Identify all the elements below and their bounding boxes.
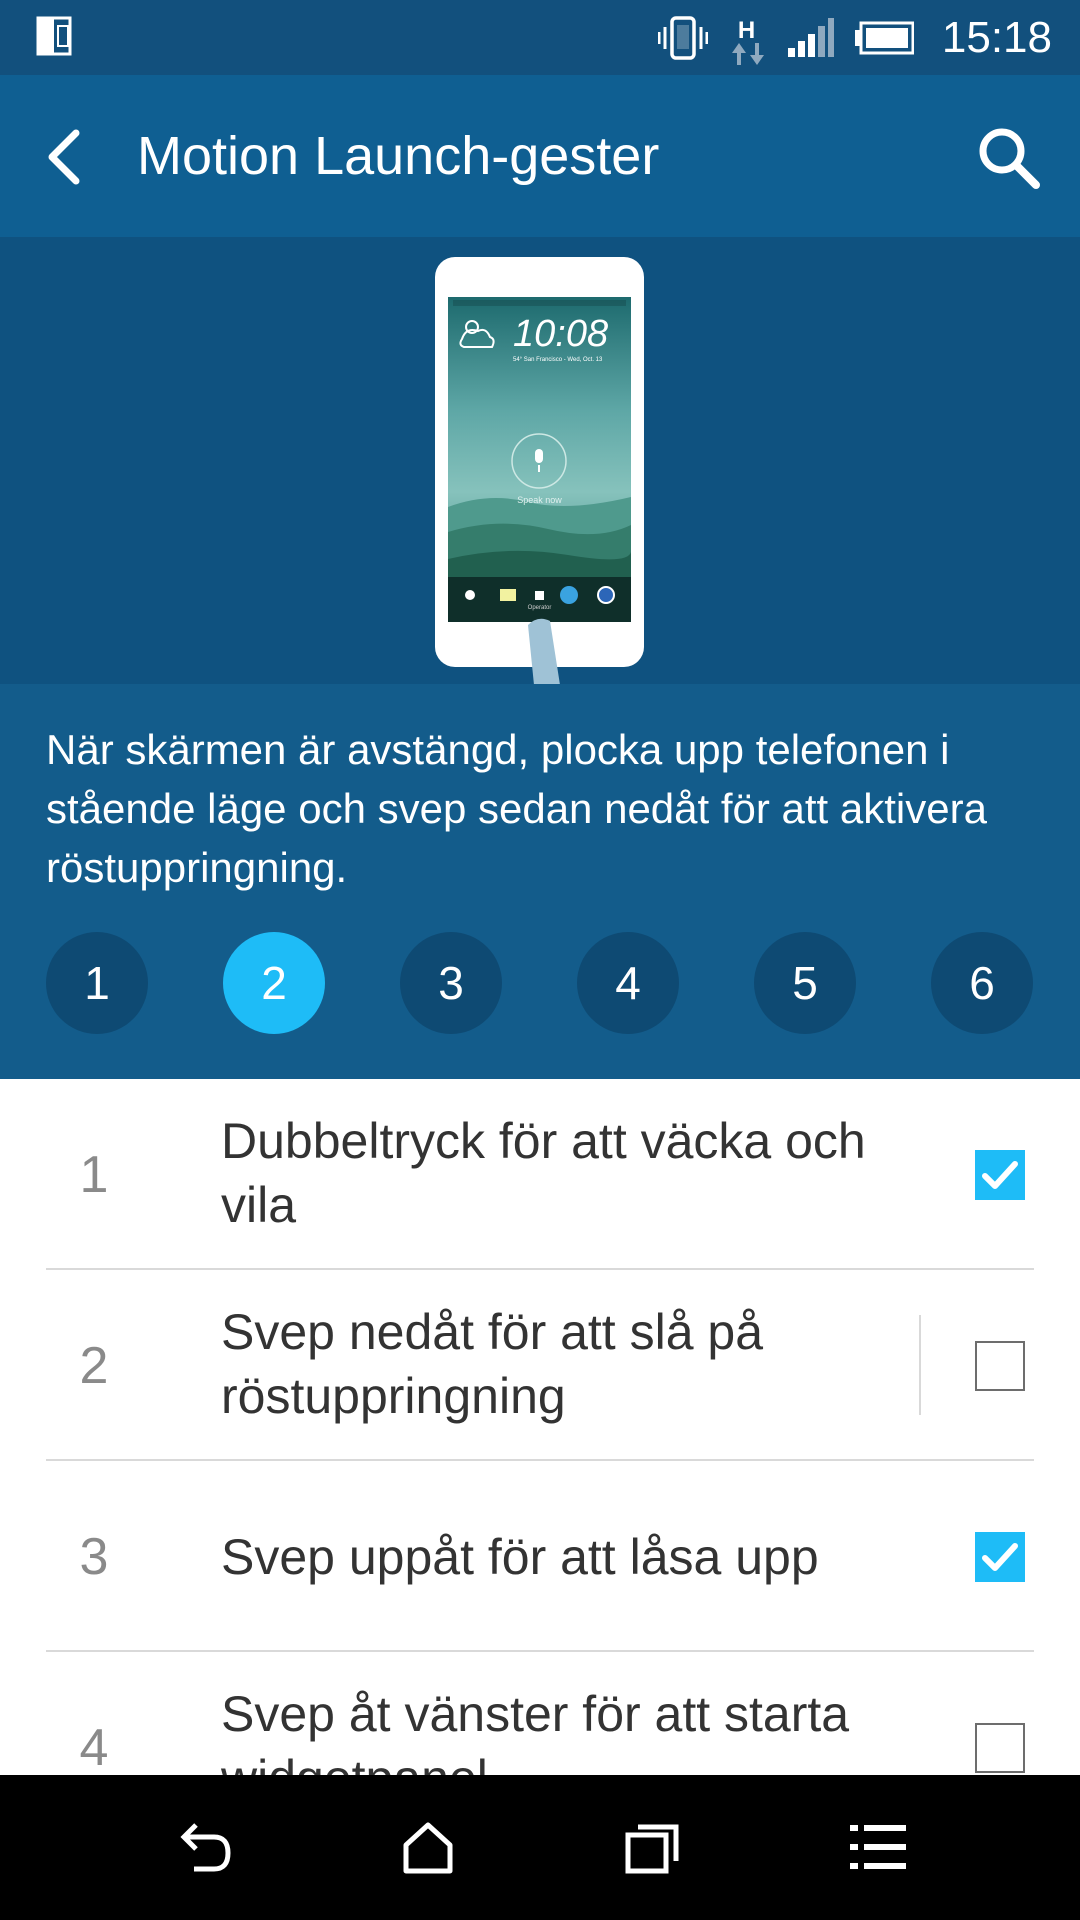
vibrate-icon — [657, 15, 708, 60]
back-icon[interactable] — [172, 1815, 236, 1879]
home-icon[interactable] — [396, 1815, 460, 1879]
list-item[interactable]: 3 Svep uppåt för att låsa upp — [46, 1461, 1034, 1652]
list-item-number: 3 — [79, 1528, 109, 1586]
menu-icon[interactable] — [846, 1815, 910, 1879]
step-button-2[interactable]: 2 — [223, 932, 325, 1034]
search-icon[interactable] — [974, 123, 1044, 193]
step-indicator: 1 2 3 4 5 6 — [46, 932, 1034, 1034]
page-title: Motion Launch-gester — [137, 126, 660, 186]
lockscreen-date: 54° San Francisco - Wed, Oct. 13 — [513, 357, 603, 363]
voice-prompt-label: Speak now — [517, 495, 562, 505]
lockscreen-time: 10:08 — [513, 313, 609, 355]
gesture-illustration: 10:08 54° San Francisco - Wed, Oct. 13 S… — [0, 237, 1080, 684]
back-arrow-icon[interactable] — [38, 127, 98, 187]
checkmark-icon — [982, 1543, 1018, 1571]
dual-screen-icon — [36, 16, 72, 56]
checkmark-icon — [982, 1161, 1018, 1189]
data-transfer-icon: H — [728, 7, 768, 69]
list-item[interactable]: 2 Svep nedåt för att slå på röstuppringn… — [46, 1270, 1034, 1461]
list-item-number: 2 — [79, 1337, 109, 1395]
phone-illustration: 10:08 54° San Francisco - Wed, Oct. 13 S… — [435, 257, 644, 667]
step-button-6[interactable]: 6 — [931, 932, 1033, 1034]
list-item-label: Svep nedåt för att slå på röstuppringnin… — [221, 1304, 764, 1424]
step-button-4[interactable]: 4 — [577, 932, 679, 1034]
list-item[interactable]: 4 Svep åt vänster för att starta widgetp… — [46, 1652, 1034, 1775]
operator-label: Operator — [527, 605, 552, 611]
recent-apps-icon[interactable] — [620, 1815, 684, 1879]
step-button-5[interactable]: 5 — [754, 932, 856, 1034]
list-item-label: Svep uppåt för att låsa upp — [221, 1529, 819, 1585]
status-bar: H 15:18 — [0, 0, 1080, 75]
step-button-1[interactable]: 1 — [46, 932, 148, 1034]
gesture-list: 1 Dubbeltryck för att väcka och vila 2 S… — [0, 1079, 1080, 1775]
gesture-checkbox-4[interactable] — [975, 1723, 1025, 1773]
instruction-text: När skärmen är avstängd, plocka upp tele… — [46, 726, 987, 891]
list-item-label: Dubbeltryck för att väcka och vila — [221, 1113, 866, 1233]
gesture-checkbox-3[interactable] — [975, 1532, 1025, 1582]
instruction-panel: När skärmen är avstängd, plocka upp tele… — [0, 684, 1080, 1079]
battery-icon — [854, 21, 914, 54]
phone-lockscreen: 10:08 54° San Francisco - Wed, Oct. 13 S… — [448, 297, 631, 622]
list-item-number: 4 — [79, 1719, 109, 1775]
gesture-checkbox-1[interactable] — [975, 1150, 1025, 1200]
status-clock: 15:18 — [941, 12, 1052, 62]
list-item-label: Svep åt vänster för att starta widgetpan… — [221, 1686, 850, 1775]
signal-icon — [787, 17, 834, 57]
gesture-checkbox-2[interactable] — [975, 1341, 1025, 1391]
list-item[interactable]: 1 Dubbeltryck för att väcka och vila — [46, 1079, 1034, 1270]
navigation-bar — [0, 1775, 1080, 1920]
app-bar: Motion Launch-gester — [0, 75, 1080, 237]
vertical-divider — [919, 1315, 921, 1415]
list-item-number: 1 — [79, 1146, 109, 1204]
step-button-3[interactable]: 3 — [400, 932, 502, 1034]
finger-swipe-icon — [528, 618, 560, 684]
